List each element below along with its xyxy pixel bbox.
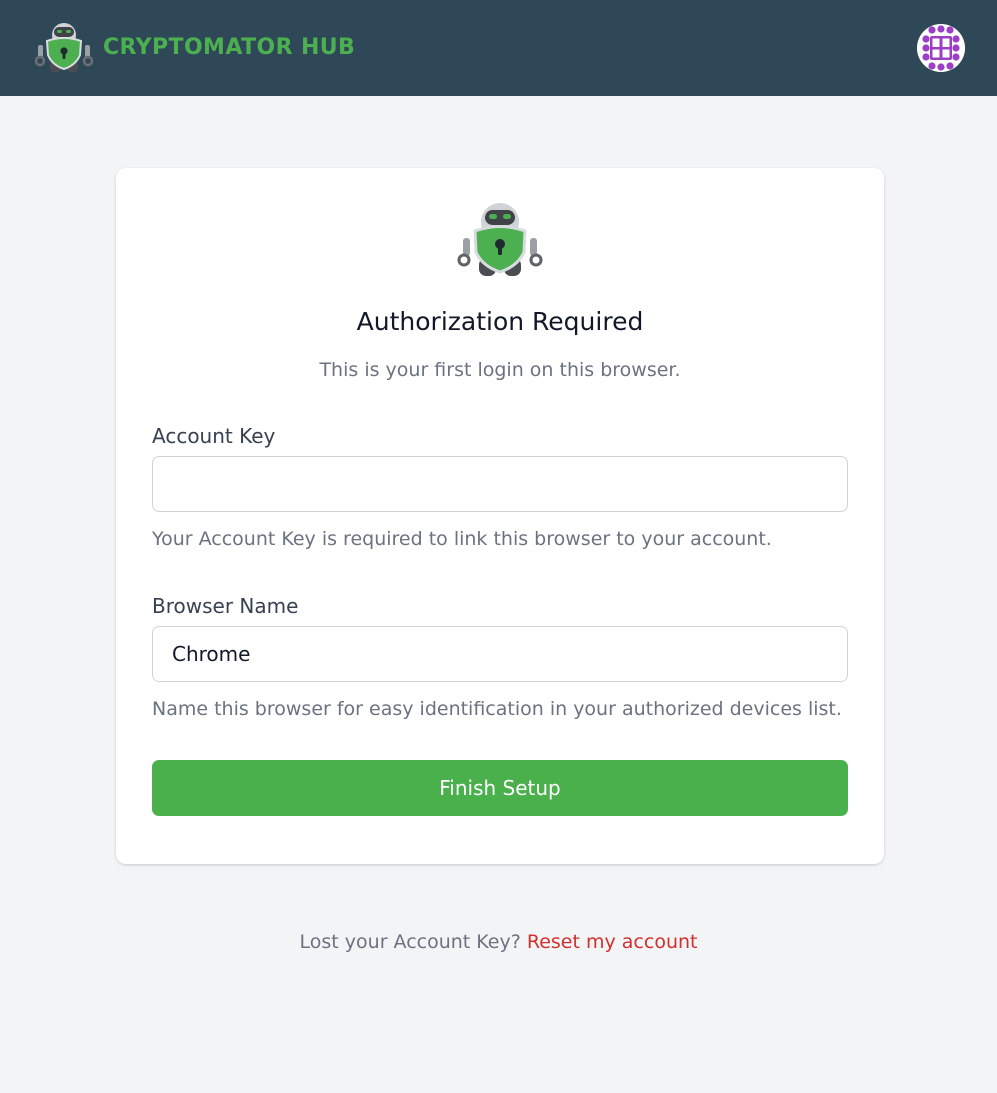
brand-name: CRYPTOMATOR HUB — [103, 34, 356, 60]
finish-setup-button[interactable]: Finish Setup — [152, 760, 848, 816]
account-key-input[interactable] — [152, 456, 848, 512]
reset-account-prompt: Lost your Account Key? Reset my account — [0, 931, 997, 953]
account-key-label: Account Key — [152, 424, 276, 448]
lost-key-text: Lost your Account Key? — [299, 931, 521, 953]
brand-home-link[interactable]: CRYPTOMATOR HUB — [34, 21, 355, 73]
account-key-help: Your Account Key is required to link thi… — [152, 528, 772, 550]
reset-account-link[interactable]: Reset my account — [527, 931, 698, 953]
user-avatar-button[interactable] — [917, 24, 965, 72]
identicon-avatar — [917, 24, 965, 72]
authorization-card: Authorization Required This is your firs… — [116, 168, 884, 864]
browser-name-label: Browser Name — [152, 594, 299, 618]
top-navigation-bar: CRYPTOMATOR HUB — [0, 0, 997, 96]
cryptomator-robot-icon — [457, 203, 543, 276]
page-title: Authorization Required — [356, 307, 644, 336]
browser-name-input[interactable] — [152, 626, 848, 682]
page-subtitle: This is your first login on this browser… — [319, 359, 681, 381]
cryptomator-robot-icon — [34, 23, 94, 72]
app-window: CRYPTOMATOR HUB Authorization Required T… — [0, 0, 997, 1093]
browser-name-help: Name this browser for easy identificatio… — [152, 698, 842, 720]
